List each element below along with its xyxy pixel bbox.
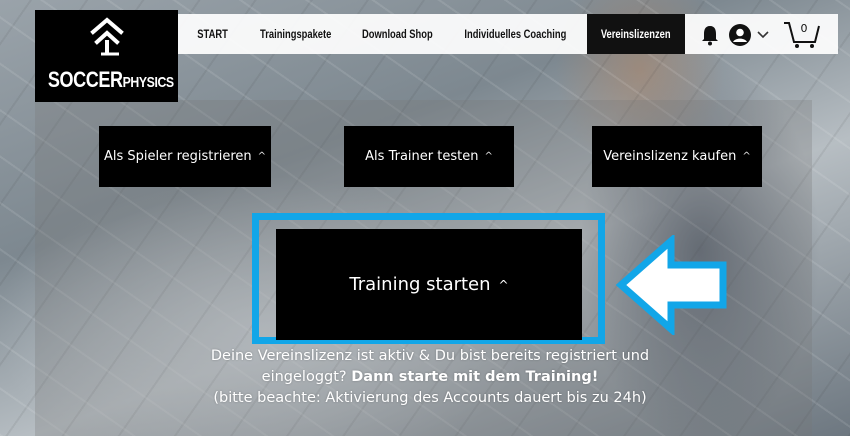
caret-icon: ^	[498, 277, 509, 292]
nav-item-trainingspakete[interactable]: Trainingspakete	[250, 14, 342, 54]
site-logo[interactable]: SOCCERPHYSICS	[35, 10, 178, 102]
register-player-button[interactable]: Als Spieler registrieren ^	[99, 126, 271, 187]
button-label: Als Spieler registrieren	[103, 149, 252, 164]
nav-item-label: Trainingspakete	[260, 27, 332, 41]
info-line-2-bold: Dann starte mit dem Training!	[351, 369, 599, 385]
nav-item-label: Download Shop	[361, 27, 433, 41]
chevron-down-icon[interactable]	[757, 31, 769, 39]
nav-item-vereinslizenzen[interactable]: Vereinslizenzen	[587, 14, 685, 54]
user-icon[interactable]	[728, 23, 752, 47]
nav-item-download-shop[interactable]: Download Shop	[352, 14, 442, 54]
nav-item-label: Vereinslizenzen	[601, 27, 671, 41]
cart-icon[interactable]: 0	[782, 14, 822, 50]
test-trainer-button[interactable]: Als Trainer testen ^	[344, 126, 514, 187]
buy-license-button[interactable]: Vereinslizenz kaufen ^	[592, 126, 762, 187]
button-label: Vereinslizenz kaufen	[603, 149, 737, 164]
caret-icon: ^	[742, 151, 751, 162]
logo-icon	[90, 17, 124, 56]
bell-icon[interactable]	[700, 24, 720, 46]
info-line-2: eingeloggt? Dann starte mit dem Training…	[180, 367, 680, 388]
arrow-left-icon	[615, 235, 727, 335]
info-line-2-plain: eingeloggt?	[261, 369, 352, 385]
logo-wordmark: SOCCERPHYSICS	[47, 67, 174, 93]
caret-icon: ^	[484, 151, 493, 162]
start-training-button[interactable]: Training starten ^	[276, 229, 582, 340]
info-text: Deine Vereinslizenz ist aktiv & Du bist …	[180, 346, 680, 409]
nav-item-label: START	[197, 27, 229, 41]
cart-count: 0	[801, 22, 808, 35]
nav-item-start[interactable]: START	[190, 14, 236, 54]
button-label: Training starten	[349, 274, 491, 295]
logo-text-sub: PHYSICS	[122, 74, 175, 91]
info-line-3: (bitte beachte: Aktivierung des Accounts…	[213, 390, 647, 406]
nav-item-label: Individuelles Coaching	[464, 27, 566, 41]
site-header: SOCCERPHYSICS START Trainingspakete Down…	[0, 0, 850, 102]
nav-item-individuelles-coaching[interactable]: Individuelles Coaching	[452, 14, 578, 54]
button-label: Als Trainer testen	[365, 149, 479, 164]
info-line-1: Deine Vereinslizenz ist aktiv & Du bist …	[210, 348, 650, 364]
logo-text-main: SOCCER	[47, 67, 123, 92]
caret-icon: ^	[257, 151, 267, 162]
